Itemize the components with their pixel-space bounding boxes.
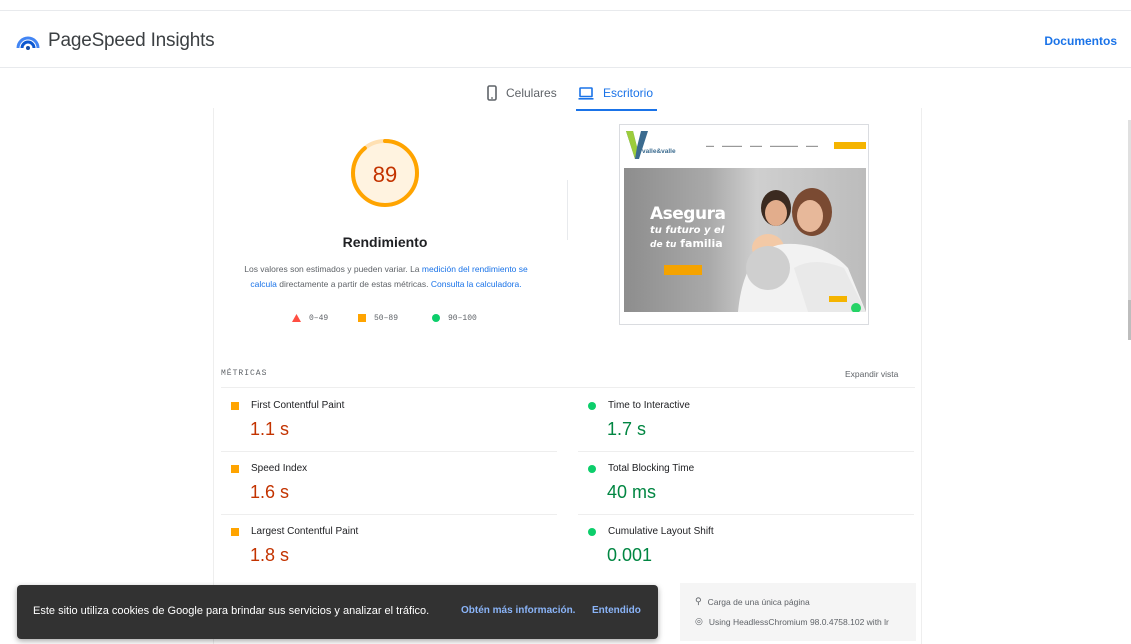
page-screenshot: valle&valle ▬▬ ▬▬▬▬▬ ▬▬▬ ▬▬▬▬▬▬▬ ▬▬▬ Asegura… [619,124,869,325]
screenshot-badge [829,296,847,302]
cookie-banner: Este sitio utiliza cookies de Google par… [17,585,658,639]
metric-divider [578,514,914,515]
tab-mobile-label: Celulares [506,86,557,100]
screenshot-headline3-word: familia [680,237,723,250]
cookie-message: Este sitio utiliza cookies de Google par… [33,605,430,617]
metric-name: Total Blocking Time [608,463,695,474]
screenshot-cta-button [834,142,866,149]
pass-circle-icon [588,528,596,536]
metrics-title: MÉTRICAS [221,369,268,378]
screenshot-headline3-prefix: de tu [650,240,677,250]
app-logo[interactable]: PageSpeed Insights [16,30,215,52]
app-header: PageSpeed Insights Documentos [0,12,1131,68]
performance-desc-middle: directamente a partir de estas métricas. [276,279,431,289]
whatsapp-icon [851,303,861,312]
screenshot-nav-links: ▬▬ ▬▬▬▬▬ ▬▬▬ ▬▬▬▬▬▬▬ ▬▬▬ [706,143,818,148]
screenshot-headline: Asegura [650,204,726,224]
tab-mobile[interactable]: Celulares [487,78,557,108]
browser-icon: ◎ [695,616,703,626]
metric-divider [221,514,557,515]
page-load-icon: ⚲ [695,596,702,606]
metric-name: Largest Contentful Paint [251,526,359,537]
pass-circle-icon [588,402,596,410]
performance-title: Rendimiento [342,234,428,250]
screenshot-brand: valle&valle [642,148,676,155]
calculator-link[interactable]: Consulta la calculadora. [431,279,522,289]
screenshot-hero: Asegura tu futuro y el de tu familia [624,168,866,312]
metric-value: 1.7 s [607,419,647,439]
metric-value: 40 ms [607,482,657,502]
metric-name: Cumulative Layout Shift [608,526,714,537]
metric-value: 1.1 s [250,419,290,439]
metric-value: 1.8 s [250,545,290,565]
top-border [0,10,1131,11]
family-photo-icon [738,188,866,312]
load-type-text: Carga de una única página [707,596,810,607]
pagespeed-logo-icon [16,36,40,50]
smartphone-icon [487,85,497,101]
laptop-icon [578,86,594,100]
screenshot-subheadline: tu futuro y el [650,225,725,236]
performance-score: 89 [372,162,398,187]
app-title: PageSpeed Insights [48,30,215,51]
performance-description: Los valores son estimados y pueden varia… [235,262,537,292]
legend-pass-range: 90–100 [448,313,477,323]
pass-circle-icon [588,465,596,473]
pass-circle-icon [432,314,440,322]
browser-row: ◎ Using HeadlessChromium 98.0.4758.102 w… [695,616,889,627]
runtime-info: ⚲ Carga de una única página ◎ Using Head… [680,583,916,641]
legend-average: 50–89 [358,311,398,325]
browser-text: Using HeadlessChromium 98.0.4758.102 wit… [708,616,889,627]
device-tabs: Celulares Escritorio [0,74,1131,111]
cookie-accept-button[interactable]: Entendido [592,605,641,616]
average-square-icon [231,402,239,410]
legend-pass: 90–100 [432,311,477,325]
metric-time-to-interactive: Time to Interactive 1.7 s [578,388,914,450]
documentation-link[interactable]: Documentos [1044,34,1117,48]
metric-value: 0.001 [607,545,653,565]
screenshot-subheadline-2: de tu familia [650,237,723,250]
screenshot-hero-button [664,265,702,275]
metric-name: Time to Interactive [608,400,690,411]
legend-fail-range: 0–49 [309,313,329,323]
metric-name: Speed Index [251,463,308,474]
metric-total-blocking-time: Total Blocking Time 40 ms [578,451,914,513]
legend-average-range: 50–89 [374,313,399,323]
metric-value: 1.6 s [250,482,290,502]
metric-divider [578,451,914,452]
average-square-icon [358,314,366,322]
load-type-row: ⚲ Carga de una única página [695,596,810,607]
screenshot-navbar: valle&valle ▬▬ ▬▬▬▬▬ ▬▬▬ ▬▬▬▬▬▬▬ ▬▬▬ [620,125,868,167]
section-divider [567,180,568,240]
average-square-icon [231,528,239,536]
metric-speed-index: Speed Index 1.6 s [221,451,557,513]
legend-fail: 0–49 [292,311,328,325]
tab-desktop-label: Escritorio [603,86,654,100]
cookie-more-info-link[interactable]: Obtén más información. [461,605,575,616]
metric-divider [221,451,557,452]
expand-view-toggle[interactable]: Expandir vista [845,369,898,379]
metric-name: First Contentful Paint [251,400,345,411]
average-square-icon [231,465,239,473]
metric-first-contentful-paint: First Contentful Paint 1.1 s [221,388,557,450]
tab-desktop[interactable]: Escritorio [575,78,658,111]
fail-triangle-icon [292,314,301,322]
performance-desc-text: Los valores son estimados y pueden varia… [244,264,422,274]
metric-cumulative-layout-shift: Cumulative Layout Shift 0.001 [578,514,914,576]
metric-largest-contentful-paint: Largest Contentful Paint 1.8 s [221,514,557,576]
